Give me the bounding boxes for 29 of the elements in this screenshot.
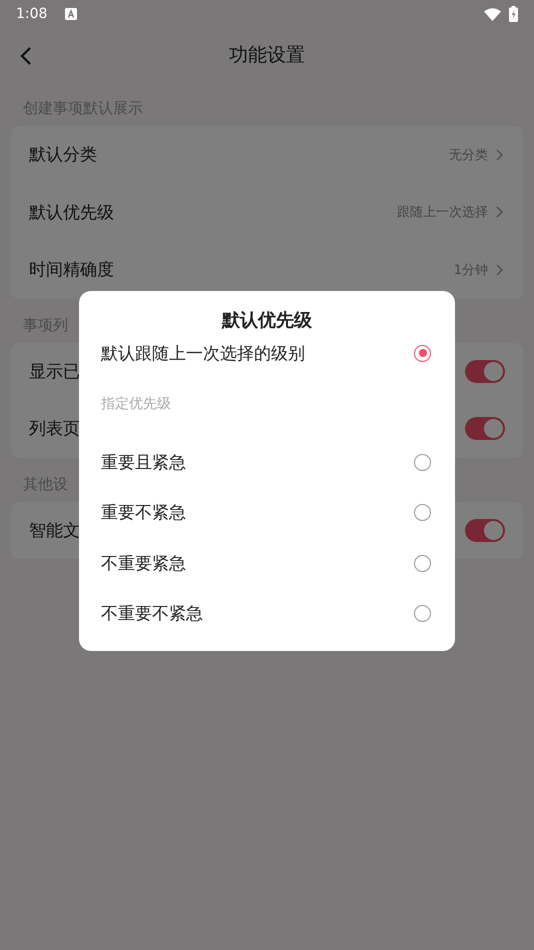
- toggle-switch[interactable]: [465, 518, 505, 542]
- radio-button[interactable]: [414, 344, 431, 362]
- radio-button[interactable]: [414, 554, 431, 572]
- page-title: 功能设置: [229, 43, 305, 68]
- option-label[interactable]: 不重要紧急: [101, 552, 186, 575]
- dialog-title: 默认优先级: [220, 309, 313, 333]
- setting-label: 默认优先级: [29, 202, 114, 224]
- chevron-right-icon: [496, 264, 503, 276]
- toggle-switch[interactable]: [465, 417, 505, 440]
- wifi-icon: [484, 8, 501, 20]
- setting-label: 列表页: [29, 418, 80, 440]
- status-time: 1:08: [16, 6, 48, 22]
- option-group-label: 指定优先级: [100, 395, 172, 414]
- option-label[interactable]: 默认跟随上一次选择的级别: [101, 342, 305, 364]
- setting-label: 显示已: [29, 360, 80, 383]
- radio-button[interactable]: [414, 605, 431, 622]
- radio-button[interactable]: [414, 454, 431, 471]
- chevron-right-icon: [496, 148, 503, 161]
- setting-label: 智能文: [29, 520, 80, 542]
- option-label[interactable]: 重要且紧急: [101, 450, 186, 474]
- option-label[interactable]: 不重要不紧急: [101, 602, 203, 626]
- notification-icon: [65, 8, 78, 20]
- setting-label: 时间精确度: [29, 259, 114, 282]
- toggle-switch[interactable]: [465, 360, 505, 383]
- radio-button[interactable]: [414, 504, 431, 522]
- option-label[interactable]: 重要不紧急: [101, 501, 186, 524]
- battery-icon: [509, 6, 518, 22]
- setting-label: 默认分类: [29, 144, 97, 166]
- chevron-right-icon: [496, 206, 503, 218]
